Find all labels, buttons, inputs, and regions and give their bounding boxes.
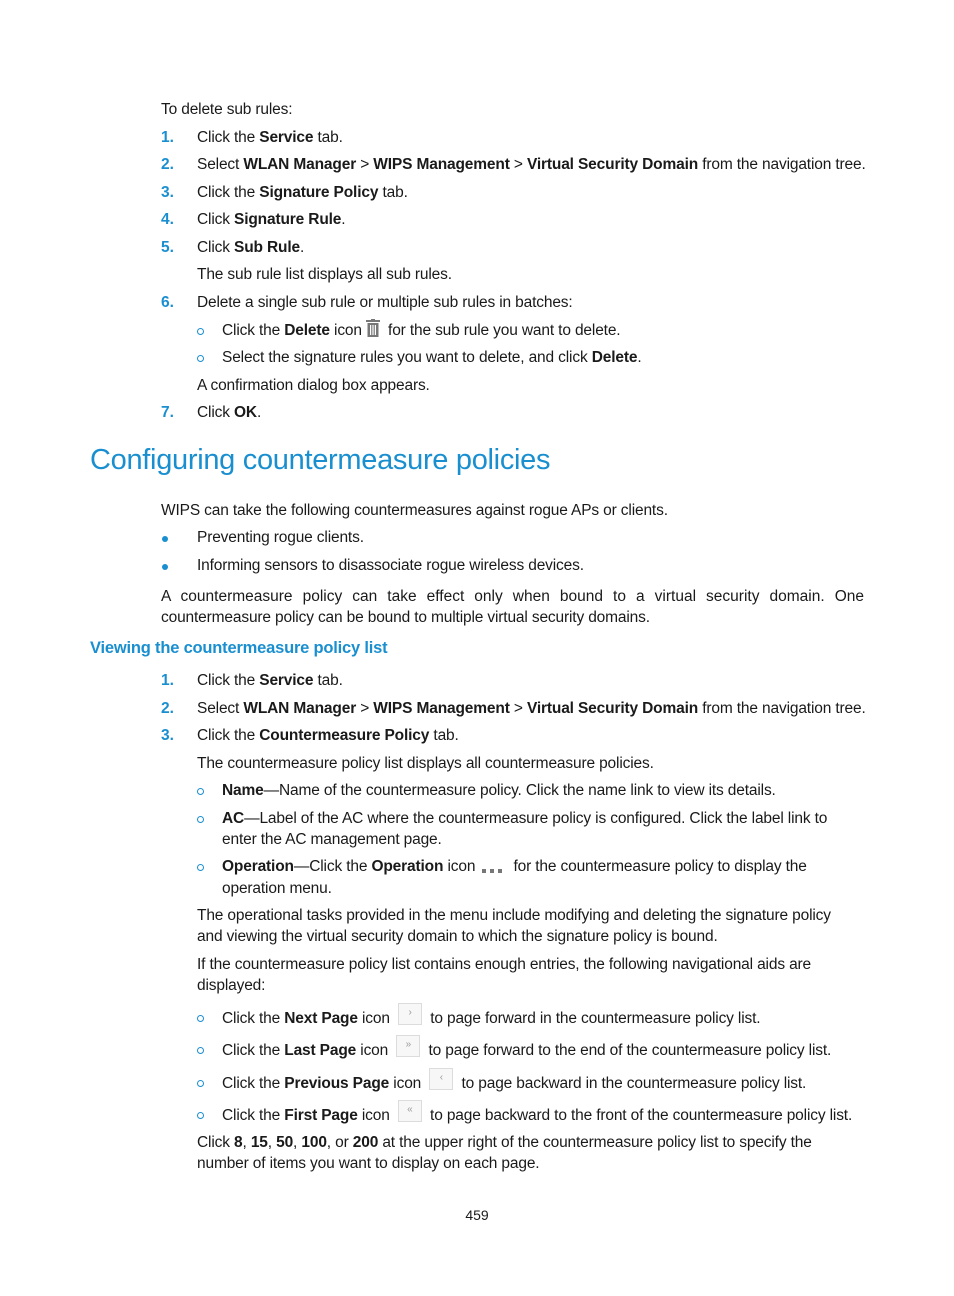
subsection-heading: Viewing the countermeasure policy list [90,639,388,657]
nav-item-first-page: Click the First Page icon « to page back… [222,1100,852,1127]
ops-paragraph-line2: and viewing the virtual security domain … [197,928,718,945]
sub-bullet-icon [197,1080,204,1087]
sub-bullet-icon [197,328,204,335]
step-number: 2. [161,700,174,717]
step-5-note: The sub rule list displays all sub rules… [197,266,452,283]
bullet-icon [162,564,168,570]
intro-paragraph: WIPS can take the following countermeasu… [161,502,668,519]
step-1: Click the Service tab. [197,129,343,146]
step-7: Click OK. [197,404,262,421]
first-page-icon: « [397,1100,422,1122]
step-3: Click the Signature Policy tab. [197,184,408,201]
sub-bullet-icon [197,1047,204,1054]
view-step-1: Click the Service tab. [197,672,343,689]
step-number: 1. [161,129,174,146]
step-5: Click Sub Rule. [197,239,305,256]
field-operation: Operation—Click the Operation icon for t… [222,858,807,875]
step-number: 6. [161,294,174,311]
field-ac: AC—Label of the AC where the countermeas… [222,810,828,827]
bullet-icon [162,536,168,542]
sub-bullet-icon [197,355,204,362]
field-name: Name—Name of the countermeasure policy. … [222,782,776,799]
step-number: 3. [161,184,174,201]
bullet-item: Informing sensors to disassociate rogue … [197,557,584,574]
last-page-icon: » [396,1035,421,1057]
view-step-3: Click the Countermeasure Policy tab. [197,727,459,744]
sub-bullet-icon [197,816,204,823]
intro-text: To delete sub rules: [161,101,293,118]
step-number: 7. [161,404,174,421]
section-heading: Configuring countermeasure policies [90,444,551,476]
step-number: 3. [161,727,174,744]
sub-bullet-icon [197,864,204,871]
nav-item-last-page: Click the Last Page icon » to page forwa… [222,1035,831,1062]
next-page-icon: › [398,1003,423,1025]
ops-paragraph-line1: The operational tasks provided in the me… [197,907,831,924]
nav-paragraph-line2: displayed: [197,977,266,994]
more-dots-icon [481,860,503,873]
step-2: Select WLAN Manager > WIPS Management > … [197,156,866,173]
field-operation-line2: operation menu. [222,880,332,897]
previous-page-icon: ‹ [429,1068,454,1090]
sub-bullet-icon [197,1015,204,1022]
list-note: The countermeasure policy list displays … [197,755,654,772]
document-page: To delete sub rules: 1. Click the Servic… [0,0,954,1296]
page-size-paragraph-line1: Click 8, 15, 50, 100, or 200 at the uppe… [197,1134,812,1151]
nav-item-next-page: Click the Next Page icon › to page forwa… [222,1003,761,1030]
trash-icon [365,318,380,337]
field-ac-line2: enter the AC management page. [222,831,442,848]
page-size-paragraph-line2: number of items you want to display on e… [197,1155,540,1172]
sub-bullet-batch-delete: Select the signature rules you want to d… [222,349,642,366]
nav-paragraph-line1: If the countermeasure policy list contai… [197,956,812,973]
step-4: Click Signature Rule. [197,211,346,228]
sub-bullet-icon [197,788,204,795]
step-number: 5. [161,239,174,256]
binding-paragraph-line1: A countermeasure policy can take effect … [161,588,864,605]
step-number: 1. [161,672,174,689]
page-number: 459 [465,1207,489,1223]
view-step-2: Select WLAN Manager > WIPS Management > … [197,700,866,717]
step-6-note: A confirmation dialog box appears. [197,377,430,394]
nav-item-previous-page: Click the Previous Page icon ‹ to page b… [222,1068,806,1095]
step-6: Delete a single sub rule or multiple sub… [197,294,573,311]
step-number: 4. [161,211,174,228]
step-number: 2. [161,156,174,173]
sub-bullet-icon [197,1112,204,1119]
bullet-item: Preventing rogue clients. [197,529,364,546]
binding-paragraph-line2: countermeasure policy can be bound to mu… [161,609,650,626]
sub-bullet-delete-icon: Click the Delete icon for the sub rule y… [222,318,621,341]
